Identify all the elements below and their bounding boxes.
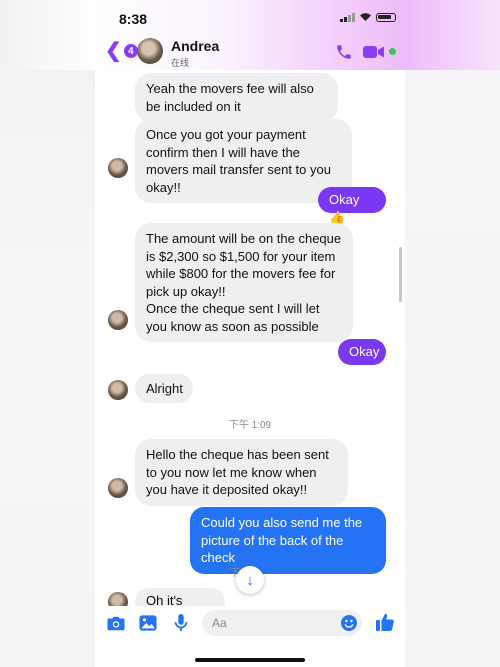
image-icon[interactable] xyxy=(139,614,157,632)
cellular-signal-icon xyxy=(340,12,355,22)
video-camera-icon[interactable] xyxy=(363,44,385,60)
message-incoming[interactable]: The amount will be on the cheque is $2,3… xyxy=(135,223,353,342)
back-chevron-icon: ❮ xyxy=(105,40,122,62)
message-outgoing[interactable]: Okay xyxy=(338,339,386,365)
back-button[interactable]: ❮ 4 xyxy=(105,41,138,61)
message-incoming[interactable]: Alright xyxy=(135,374,193,403)
header-left-extension xyxy=(0,0,95,70)
contact-avatar[interactable] xyxy=(137,38,163,64)
scrollbar[interactable] xyxy=(399,247,402,302)
thumbs-up-icon[interactable] xyxy=(375,612,395,632)
battery-icon xyxy=(376,12,396,22)
emoji-icon[interactable] xyxy=(341,615,357,631)
status-icons xyxy=(340,12,396,22)
time-divider: 下午 1:09 xyxy=(228,420,272,431)
unread-count-badge: 4 xyxy=(123,44,138,58)
online-indicator xyxy=(389,48,396,55)
left-background xyxy=(0,0,95,667)
chat-screen: 8:38 ❮ 4 Andrea 在线 Yeah the movers fee w… xyxy=(95,0,405,667)
arrow-down-icon: ↓ xyxy=(246,571,254,589)
contact-status: 在线 xyxy=(171,58,190,68)
wifi-icon xyxy=(360,13,371,21)
right-background xyxy=(405,0,500,667)
sender-avatar[interactable] xyxy=(108,380,128,400)
chat-header: 8:38 ❮ 4 Andrea 在线 xyxy=(95,0,405,70)
message-outgoing[interactable]: Could you also send me the picture of th… xyxy=(190,507,386,574)
header-right-extension xyxy=(405,0,500,70)
message-input[interactable]: Aa xyxy=(202,610,362,636)
scroll-to-bottom-button[interactable]: ↓ xyxy=(236,566,264,594)
message-composer: Aa xyxy=(95,606,405,667)
sender-avatar[interactable] xyxy=(108,310,128,330)
home-indicator xyxy=(195,658,305,662)
sender-avatar[interactable] xyxy=(108,478,128,498)
camera-icon[interactable] xyxy=(107,614,125,632)
phone-call-icon[interactable] xyxy=(335,43,353,61)
message-incoming[interactable]: Yeah the movers fee will also be include… xyxy=(135,73,338,122)
message-incoming[interactable]: Once you got your payment confirm then I… xyxy=(135,119,352,203)
message-incoming[interactable]: Hello the cheque has been sent to you no… xyxy=(135,439,348,506)
sender-avatar[interactable] xyxy=(108,158,128,178)
microphone-icon[interactable] xyxy=(172,614,190,632)
contact-name[interactable]: Andrea xyxy=(171,38,219,54)
message-outgoing[interactable]: Okay 👍 xyxy=(318,187,386,225)
status-time: 8:38 xyxy=(119,11,148,27)
